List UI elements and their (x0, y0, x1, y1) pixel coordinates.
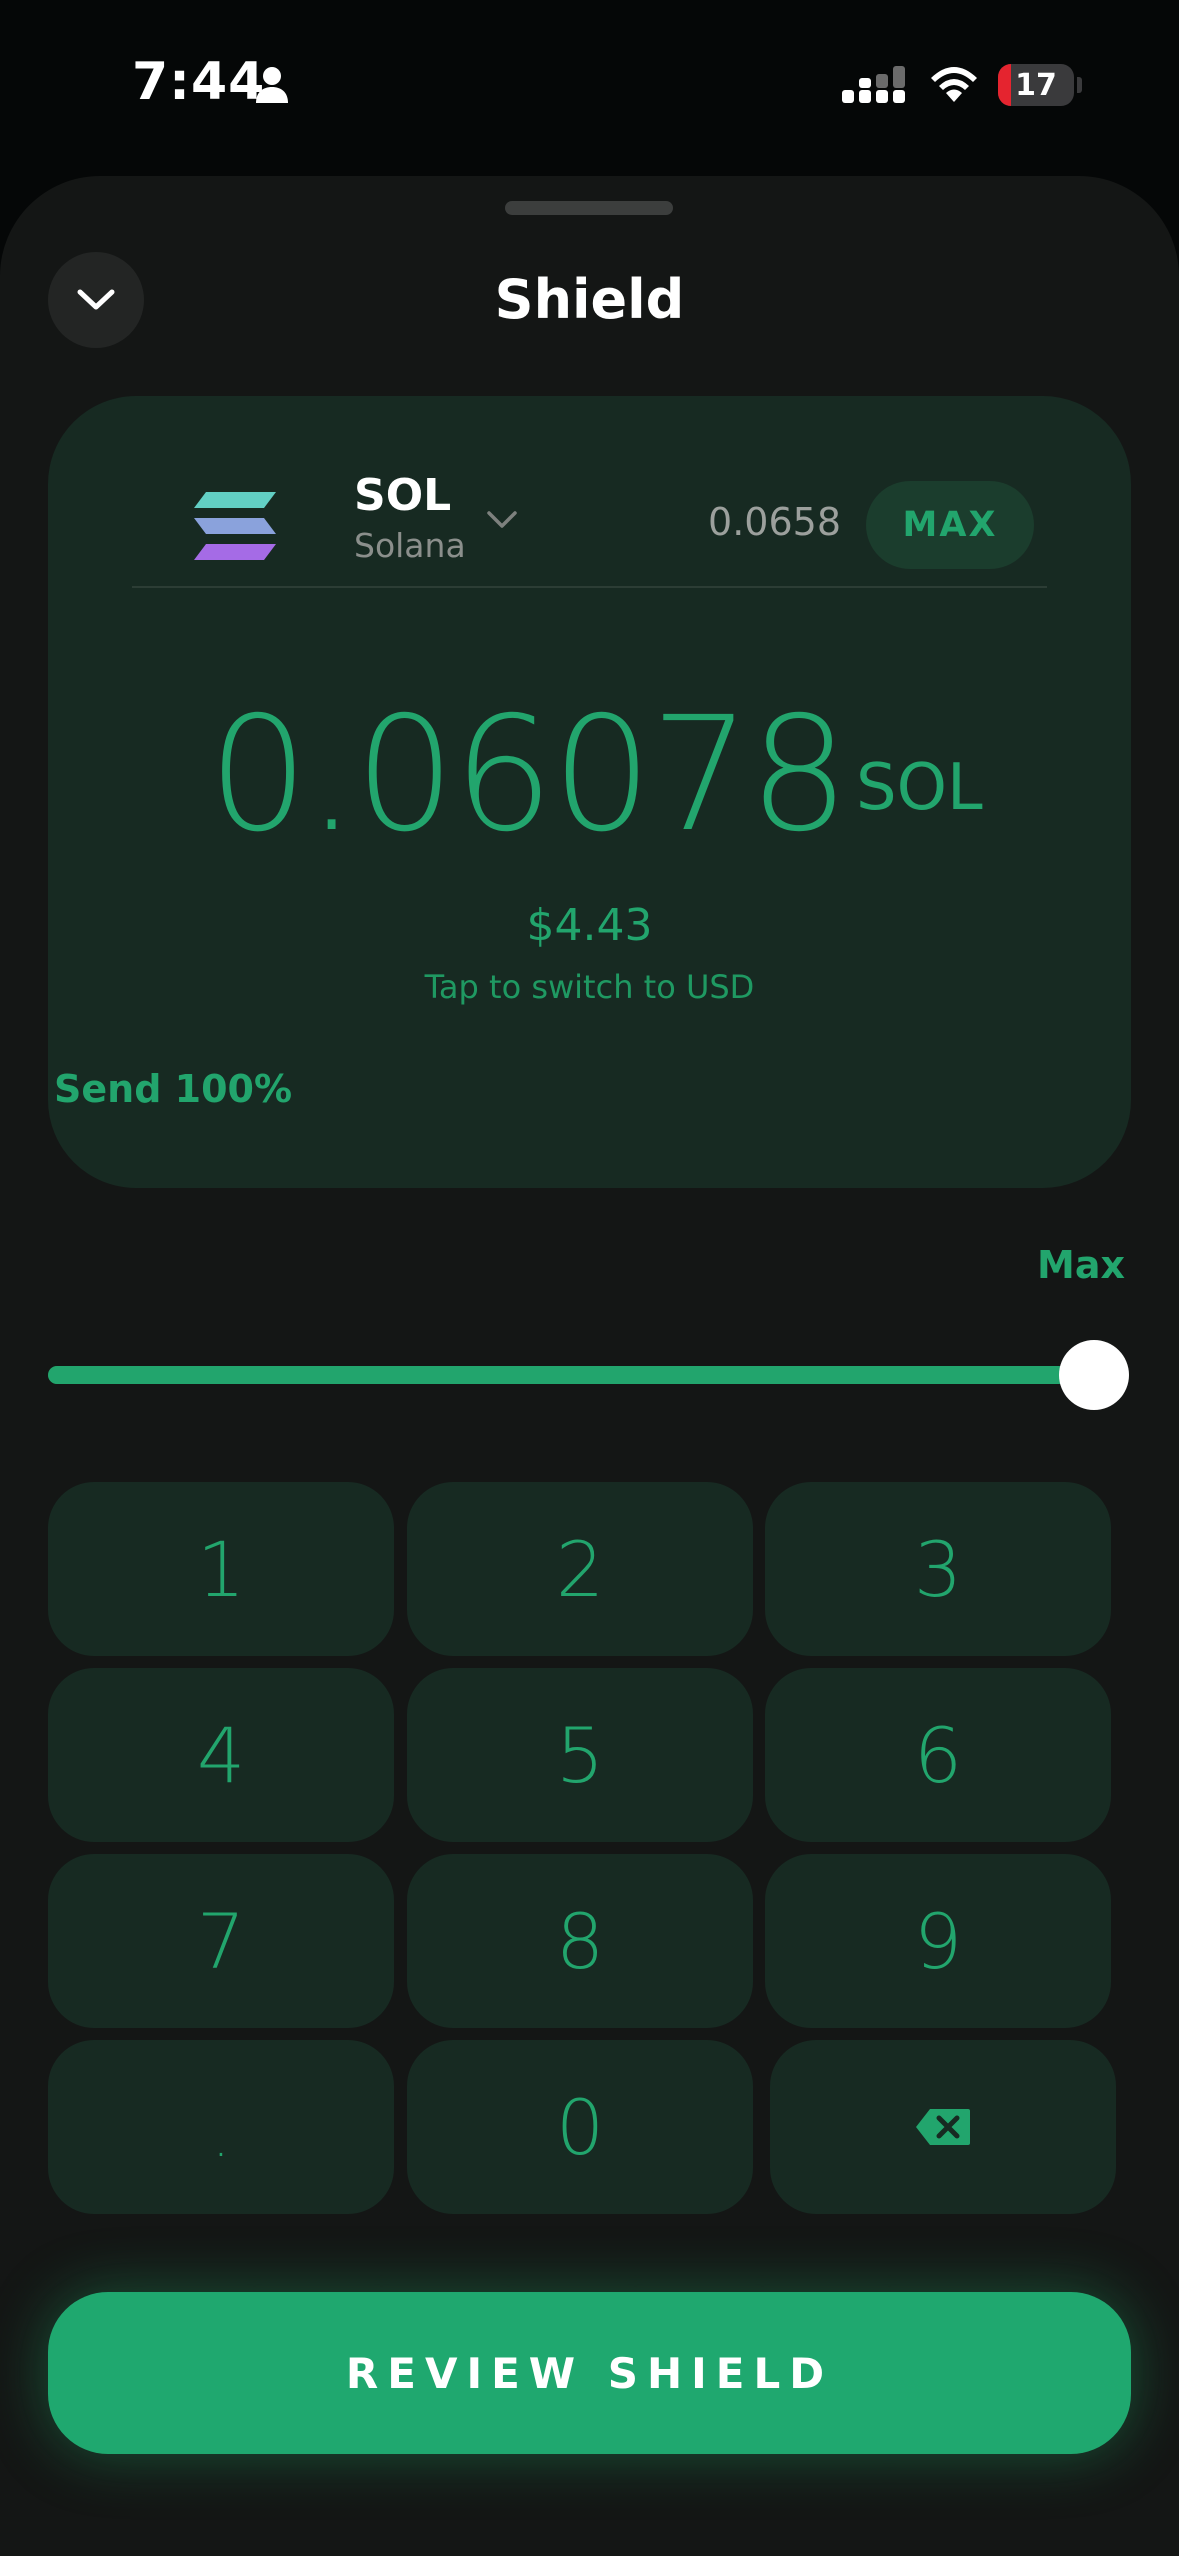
battery-percent: 17 (1015, 67, 1057, 103)
review-shield-button[interactable]: REVIEW SHIELD (48, 2292, 1131, 2454)
key-decimal[interactable]: . (48, 2040, 394, 2214)
switch-currency-hint[interactable]: Tap to switch to USD (48, 968, 1131, 1006)
amount-slider[interactable] (48, 1366, 1094, 1384)
divider (132, 586, 1047, 588)
key-9[interactable]: 9 (765, 1854, 1111, 2028)
solana-logo-icon (194, 492, 276, 560)
battery-indicator: 17 (998, 64, 1074, 106)
sheet-grabber[interactable] (505, 201, 673, 215)
status-time: 7:44 (132, 52, 266, 112)
page-title: Shield (494, 268, 685, 331)
usd-value[interactable]: $4.43 (48, 900, 1131, 951)
chevron-down-icon (487, 511, 517, 528)
key-2[interactable]: 2 (407, 1482, 753, 1656)
slider-fill (48, 1366, 1094, 1384)
key-8[interactable]: 8 (407, 1854, 753, 2028)
person-icon (256, 67, 288, 103)
backspace-icon (916, 2109, 970, 2145)
send-percent-label: Send 100% (54, 1067, 293, 1111)
key-3[interactable]: 3 (765, 1482, 1111, 1656)
token-symbol: SOL (354, 470, 452, 521)
key-4[interactable]: 4 (48, 1668, 394, 1842)
token-balance: 0.0658 (708, 500, 841, 544)
slider-thumb[interactable] (1059, 1340, 1129, 1410)
battery-nub (1077, 77, 1082, 93)
key-6[interactable]: 6 (765, 1668, 1111, 1842)
key-1[interactable]: 1 (48, 1482, 394, 1656)
key-backspace[interactable] (770, 2040, 1116, 2214)
key-5[interactable]: 5 (407, 1668, 753, 1842)
key-0[interactable]: 0 (407, 2040, 753, 2214)
wifi-icon (931, 67, 977, 102)
cellular-signal-icon (842, 66, 905, 103)
status-bar: 7:44 17 (0, 0, 1179, 175)
amount-unit: SOL (856, 751, 983, 825)
token-selector[interactable]: SOL Solana (144, 470, 644, 570)
amount-value: 0.06078 (208, 683, 849, 867)
key-7[interactable]: 7 (48, 1854, 394, 2028)
max-button[interactable]: MAX (866, 481, 1034, 569)
slider-max-label[interactable]: Max (1037, 1243, 1125, 1287)
token-name: Solana (354, 526, 466, 565)
